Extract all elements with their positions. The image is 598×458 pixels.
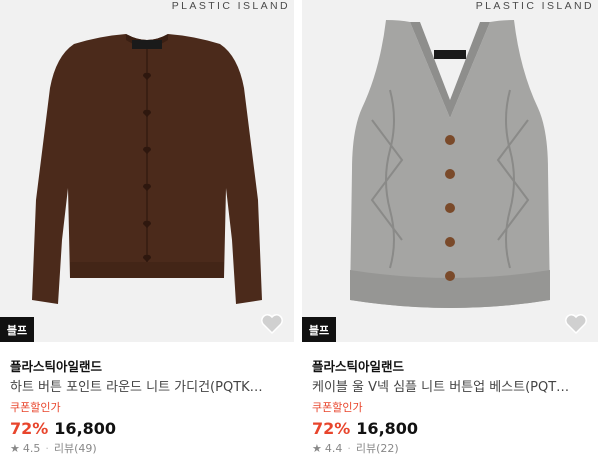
product-grid: PLASTIC ISLAND 블프 플라스틱아일랜드 하트 버튼 포인트 라운드… (0, 0, 598, 458)
price-row: 72% 16,800 (10, 419, 294, 439)
price-row: 72% 16,800 (312, 419, 598, 439)
rating-value: 4.4 (324, 442, 343, 455)
coupon-label: 쿠폰할인가 (312, 401, 363, 414)
review-count[interactable]: 리뷰(49) (54, 442, 97, 456)
separator: · (45, 442, 49, 455)
rating-row: ★ 4.5 · 리뷰(49) (10, 442, 294, 456)
product-info: 플라스틱아일랜드 케이블 울 V넥 심플 니트 버튼업 베스트(PQT… 쿠폰할… (302, 342, 598, 456)
discount-rate: 72% (312, 419, 351, 438)
sale-price: 16,800 (54, 419, 117, 438)
brand-name[interactable]: 플라스틱아일랜드 (10, 359, 294, 375)
sale-price: 16,800 (356, 419, 419, 438)
separator: · (347, 442, 351, 455)
review-count[interactable]: 리뷰(22) (356, 442, 399, 456)
product-title[interactable]: 하트 버튼 포인트 라운드 니트 가디건(PQTK… (10, 379, 280, 396)
product-title[interactable]: 케이블 울 V넥 심플 니트 버튼업 베스트(PQT… (312, 379, 582, 396)
black-friday-badge: 블프 (302, 317, 336, 342)
heart-icon[interactable] (260, 312, 284, 334)
product-image[interactable]: PLASTIC ISLAND 블프 (302, 0, 598, 342)
brand-name[interactable]: 플라스틱아일랜드 (312, 359, 598, 375)
product-card[interactable]: PLASTIC ISLAND 블프 플라스틱아일랜드 케이블 울 V넥 심플 니… (302, 0, 598, 458)
product-image[interactable]: PLASTIC ISLAND 블프 (0, 0, 294, 342)
rating-row: ★ 4.4 · 리뷰(22) (312, 442, 598, 456)
product-info: 플라스틱아일랜드 하트 버튼 포인트 라운드 니트 가디건(PQTK… 쿠폰할인… (0, 342, 294, 456)
coupon-label: 쿠폰할인가 (10, 401, 61, 414)
cardigan-image (32, 34, 262, 304)
rating-value: 4.5 (22, 442, 41, 455)
black-friday-badge: 블프 (0, 317, 34, 342)
heart-icon[interactable] (564, 312, 588, 334)
vest-image (350, 20, 550, 308)
discount-rate: 72% (10, 419, 49, 438)
star-icon: ★ (10, 442, 20, 455)
product-card[interactable]: PLASTIC ISLAND 블프 플라스틱아일랜드 하트 버튼 포인트 라운드… (0, 0, 294, 458)
star-icon: ★ (312, 442, 322, 455)
